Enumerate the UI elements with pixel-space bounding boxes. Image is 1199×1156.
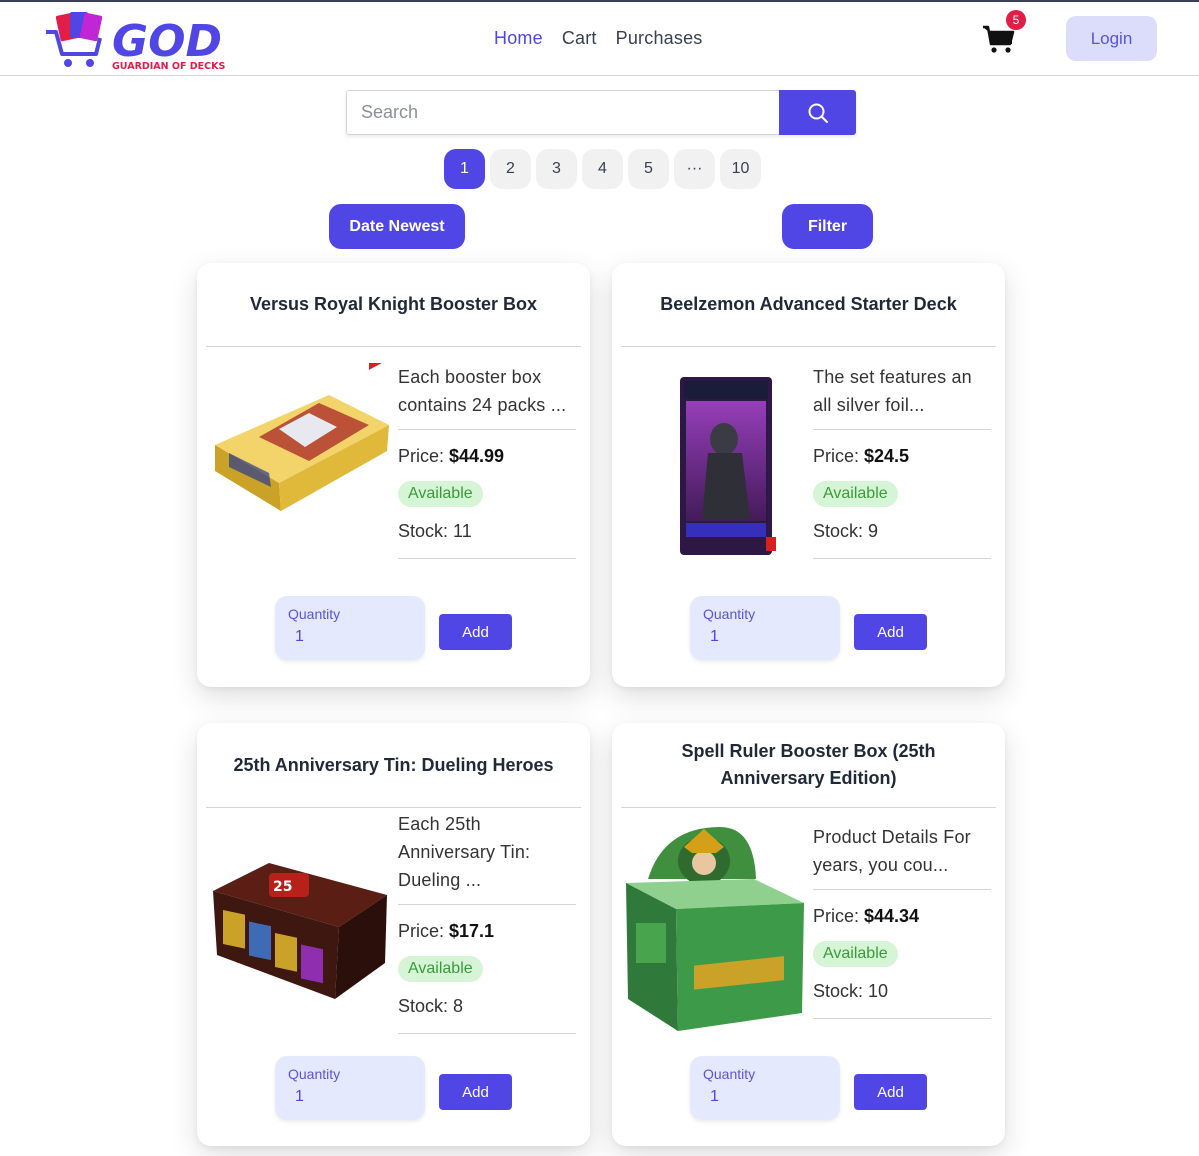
quantity-value[interactable]: 1 <box>295 628 304 646</box>
price-value: $17.1 <box>449 921 495 941</box>
availability-badge: Available <box>398 481 483 507</box>
quantity-label: Quantity <box>288 606 341 622</box>
quantity-value[interactable]: 1 <box>710 1088 719 1106</box>
nav-cart-link[interactable]: Cart <box>562 28 597 49</box>
filter-button[interactable]: Filter <box>782 204 873 249</box>
quantity-label: Quantity <box>703 1066 756 1082</box>
product-price: Price: $44.99 <box>398 446 576 467</box>
add-to-cart-button[interactable]: Add <box>854 614 927 650</box>
svg-text:25: 25 <box>273 879 292 895</box>
nav-purchases-link[interactable]: Purchases <box>616 28 703 49</box>
product-card: 25th Anniversary Tin: Dueling Heroes 25 … <box>197 723 590 1146</box>
cart-count-badge: 5 <box>1006 10 1026 30</box>
product-info: Each 25th Anniversary Tin: Dueling ... P… <box>398 810 576 1034</box>
add-to-cart-button[interactable]: Add <box>854 1074 927 1110</box>
availability-badge: Available <box>813 941 898 967</box>
product-card: Spell Ruler Booster Box (25th Anniversar… <box>612 723 1005 1146</box>
product-title: Spell Ruler Booster Box (25th Anniversar… <box>621 723 996 808</box>
product-title: 25th Anniversary Tin: Dueling Heroes <box>206 723 581 808</box>
main-nav: Home Cart Purchases <box>494 28 702 49</box>
stock-label: Stock: <box>398 996 454 1016</box>
stock-label: Stock: <box>398 521 454 541</box>
product-image[interactable] <box>624 373 804 557</box>
product-description: Each booster box contains 24 packs ... <box>398 363 576 430</box>
product-description: Product Details For years, you cou... <box>813 823 991 890</box>
product-stock: Stock: 8 <box>398 996 576 1034</box>
product-title: Beelzemon Advanced Starter Deck <box>621 263 996 347</box>
product-stock: Stock: 9 <box>813 521 991 559</box>
product-description: The set features an all silver foil... <box>813 363 991 430</box>
product-image[interactable] <box>624 823 804 1033</box>
price-label: Price: <box>813 906 865 926</box>
product-image[interactable]: 25 <box>209 851 389 1001</box>
page-button-2[interactable]: 2 <box>490 149 531 189</box>
quantity-field[interactable]: Quantity 1 <box>275 596 425 660</box>
product-card: Versus Royal Knight Booster Box Each boo… <box>197 263 590 687</box>
product-card: Beelzemon Advanced Starter Deck The set … <box>612 263 1005 687</box>
add-to-cart-button[interactable]: Add <box>439 614 512 650</box>
product-image[interactable] <box>209 349 389 523</box>
product-price: Price: $17.1 <box>398 921 576 942</box>
availability-badge: Available <box>398 956 483 982</box>
quantity-value[interactable]: 1 <box>710 628 719 646</box>
quantity-field[interactable]: Quantity 1 <box>275 1056 425 1120</box>
login-button[interactable]: Login <box>1066 16 1157 61</box>
product-title: Versus Royal Knight Booster Box <box>206 263 581 347</box>
price-value: $44.34 <box>864 906 920 926</box>
add-to-cart-button[interactable]: Add <box>439 1074 512 1110</box>
quantity-label: Quantity <box>703 606 756 622</box>
page-button-10[interactable]: 10 <box>720 149 761 189</box>
stock-value: 11 <box>453 521 472 541</box>
pagination: 1 2 3 4 5 ··· 10 <box>444 149 761 189</box>
quantity-value[interactable]: 1 <box>295 1088 304 1106</box>
svg-text:GUARDIAN OF DECKS: GUARDIAN OF DECKS <box>112 61 225 72</box>
search-bar <box>346 90 856 135</box>
stock-value: 10 <box>868 981 889 1001</box>
stock-label: Stock: <box>813 981 869 1001</box>
top-navbar: GOD GUARDIAN OF DECKS Home Cart Purchase… <box>0 2 1199 76</box>
quantity-field[interactable]: Quantity 1 <box>690 596 840 660</box>
quantity-label: Quantity <box>288 1066 341 1082</box>
availability-badge: Available <box>813 481 898 507</box>
search-button[interactable] <box>779 90 856 135</box>
quantity-field[interactable]: Quantity 1 <box>690 1056 840 1120</box>
product-info: The set features an all silver foil... P… <box>813 363 991 559</box>
product-description: Each 25th Anniversary Tin: Dueling ... <box>398 810 576 905</box>
stock-value: 9 <box>868 521 879 541</box>
product-info: Each booster box contains 24 packs ... P… <box>398 363 576 559</box>
product-info: Product Details For years, you cou... Pr… <box>813 823 991 1019</box>
price-label: Price: <box>813 446 865 466</box>
stock-label: Stock: <box>813 521 869 541</box>
price-label: Price: <box>398 921 450 941</box>
page-ellipsis-button[interactable]: ··· <box>674 149 715 189</box>
page-button-5[interactable]: 5 <box>628 149 669 189</box>
price-label: Price: <box>398 446 450 466</box>
sort-date-newest-button[interactable]: Date Newest <box>329 204 465 249</box>
product-price: Price: $24.5 <box>813 446 991 467</box>
price-value: $24.5 <box>864 446 910 466</box>
search-input[interactable] <box>346 90 779 135</box>
product-price: Price: $44.34 <box>813 906 991 927</box>
god-logo[interactable]: GOD GUARDIAN OF DECKS <box>44 8 276 72</box>
svg-text:GOD: GOD <box>112 16 222 67</box>
product-stock: Stock: 10 <box>813 981 991 1019</box>
page-button-3[interactable]: 3 <box>536 149 577 189</box>
stock-value: 8 <box>453 996 464 1016</box>
price-value: $44.99 <box>449 446 505 466</box>
nav-home-link[interactable]: Home <box>494 28 543 49</box>
product-stock: Stock: 11 <box>398 521 576 559</box>
page-button-1[interactable]: 1 <box>444 149 485 189</box>
page-button-4[interactable]: 4 <box>582 149 623 189</box>
search-icon <box>808 103 828 123</box>
